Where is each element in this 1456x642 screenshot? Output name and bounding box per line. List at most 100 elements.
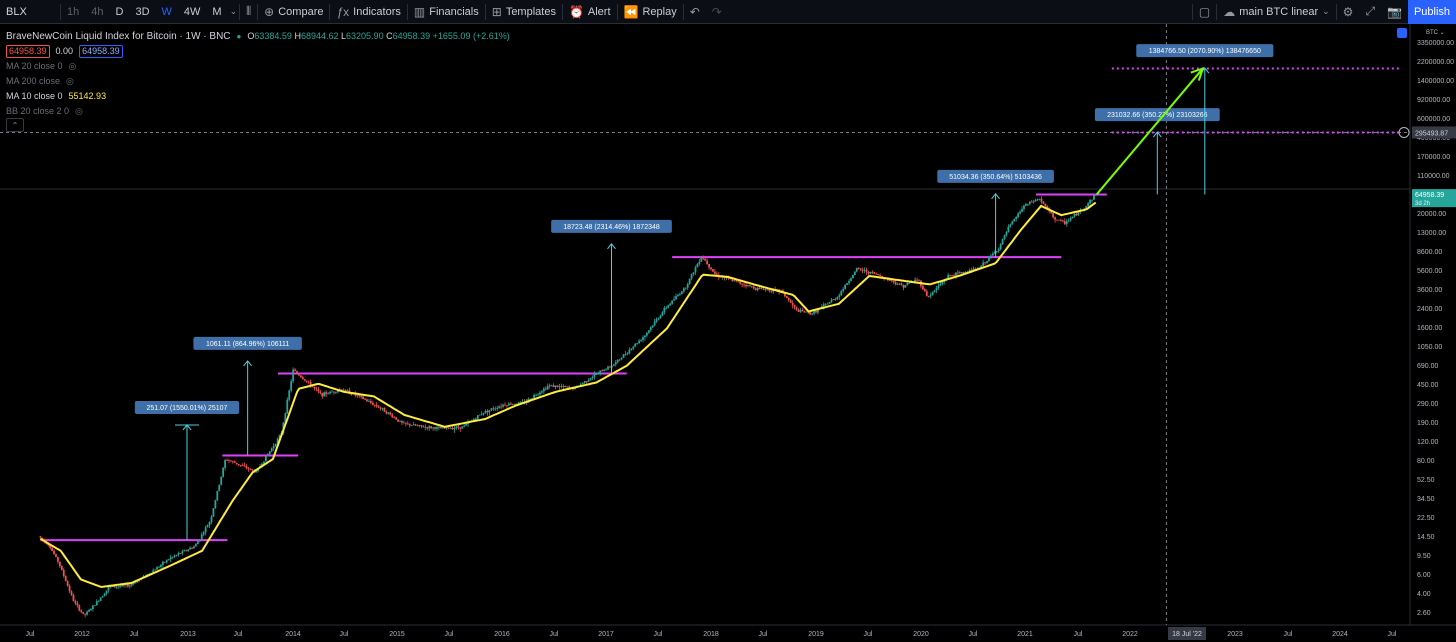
candle-body (226, 460, 228, 461)
interval-4h[interactable]: 4h (87, 6, 107, 18)
candle-body (564, 385, 567, 388)
candle-body (76, 603, 79, 606)
candle-body (620, 357, 623, 360)
candle-body (200, 534, 203, 540)
interval-4w[interactable]: 4W (180, 6, 205, 18)
candle-body (428, 426, 431, 429)
candle-body (107, 587, 110, 591)
redo-button[interactable]: ↷ (706, 0, 728, 24)
candles-icon: ⫴ (246, 4, 252, 18)
measure-label: 231032.66 (350.27%) 23103266 (1107, 112, 1208, 119)
symbol-title[interactable]: BraveNewCoin Liquid Index for Bitcoin · … (6, 29, 231, 44)
candle-body (243, 465, 246, 467)
candle-body (865, 269, 868, 272)
candle-body (737, 281, 740, 283)
candle-body (636, 343, 639, 344)
price-tick-label: 4.00 (1417, 591, 1431, 598)
candle-body (991, 253, 994, 256)
candle-body (117, 586, 120, 588)
chart-type-button[interactable]: ⫴ (240, 0, 257, 24)
interval-m[interactable]: M (208, 6, 225, 18)
snapshot-button[interactable]: 📷 (1381, 0, 1408, 24)
fullscreen-button[interactable]: ⤢ (1359, 0, 1381, 24)
candle-body (953, 275, 955, 277)
candle-body (500, 406, 503, 408)
candle-body (173, 555, 176, 557)
bid-chip[interactable]: 64958.39 (6, 45, 50, 58)
candle-body (321, 392, 324, 397)
study-bb20[interactable]: BB 20 close 2 0 ◎ (6, 104, 510, 119)
candle-body (204, 527, 207, 533)
gear-icon: ⚙ (1342, 4, 1354, 19)
candle-body (346, 389, 349, 391)
templates-button[interactable]: ⊞ Templates (486, 0, 562, 24)
candle-body (160, 564, 162, 567)
candle-body (1032, 201, 1035, 203)
alert-button[interactable]: ⏰ Alert (563, 0, 617, 24)
candle-body (647, 330, 650, 333)
candle-body (1069, 218, 1072, 221)
price-tick-label: 13000.00 (1417, 230, 1446, 237)
candle-body (474, 418, 477, 420)
plus-circle-icon: ⊕ (264, 4, 275, 19)
candle-body (591, 376, 594, 379)
candle-body (418, 425, 421, 426)
candle-body (958, 272, 961, 274)
study-ma20[interactable]: MA 20 close 0 ◎ (6, 59, 510, 74)
replay-label: Replay (642, 5, 677, 18)
chevron-down-icon[interactable]: ⌄ (230, 6, 238, 17)
settings-button[interactable]: ⚙ (1337, 0, 1360, 24)
ask-chip[interactable]: 64958.39 (79, 45, 123, 58)
interval-w[interactable]: W (158, 6, 176, 18)
candle-body (1094, 194, 1097, 196)
candle-body (813, 310, 815, 314)
candle-body (488, 410, 491, 413)
time-tick-label: 2019 (808, 631, 824, 638)
publish-button[interactable]: Publish (1408, 0, 1456, 24)
undo-button[interactable]: ↶ (684, 0, 706, 24)
candle-body (401, 420, 403, 423)
time-tick-label: 2013 (180, 631, 196, 638)
eye-hidden-icon[interactable]: ◎ (69, 59, 77, 74)
candle-body (222, 467, 225, 477)
interval-1h[interactable]: 1h (63, 6, 83, 18)
compare-button[interactable]: ⊕ Compare (258, 0, 329, 24)
study-ma10[interactable]: MA 10 close 0 55142.93 (6, 89, 510, 104)
legend-collapse-button[interactable]: ⌃ (6, 118, 24, 132)
time-tick-label: 2022 (1122, 631, 1138, 638)
candle-body (224, 460, 226, 468)
candle-body (793, 304, 796, 308)
candle-body (690, 273, 693, 279)
candle-body (1026, 203, 1029, 205)
candle-body (88, 610, 90, 612)
candle-body (867, 271, 870, 274)
interval-3d[interactable]: 3D (131, 6, 153, 18)
candle-body (292, 369, 295, 382)
candle-body (57, 556, 59, 562)
financials-button[interactable]: ▥ Financials (408, 0, 485, 24)
candle-body (927, 296, 930, 297)
interval-d[interactable]: D (112, 6, 128, 18)
candle-body (815, 310, 817, 313)
symbol-label: BLX (6, 5, 27, 18)
candle-body (541, 391, 543, 393)
eye-hidden-icon[interactable]: ◎ (75, 104, 83, 119)
candle-body (706, 260, 709, 264)
candle-body (506, 405, 508, 407)
price-tick-label: 600000.00 (1417, 116, 1450, 123)
indicators-button[interactable]: ƒx Indicators (330, 0, 406, 24)
candle-body (696, 263, 699, 268)
fullscreen-layout-button[interactable]: ▢ (1193, 0, 1216, 24)
eye-hidden-icon[interactable]: ◎ (66, 74, 74, 89)
price-tick-label: 110000.00 (1417, 173, 1450, 180)
symbol-search[interactable]: BLX (0, 0, 60, 24)
candle-body (597, 372, 600, 375)
replay-button[interactable]: ⏪ Replay (618, 0, 683, 24)
time-tick-label: Jul (969, 631, 978, 638)
candle-body (206, 525, 209, 528)
candle-body (671, 300, 674, 304)
layout-menu[interactable]: ☁ main BTC linear ⌄ (1217, 0, 1335, 24)
candle-body (179, 553, 182, 555)
study-ma200[interactable]: MA 200 close ◎ (6, 74, 510, 89)
candle-body (649, 327, 652, 331)
